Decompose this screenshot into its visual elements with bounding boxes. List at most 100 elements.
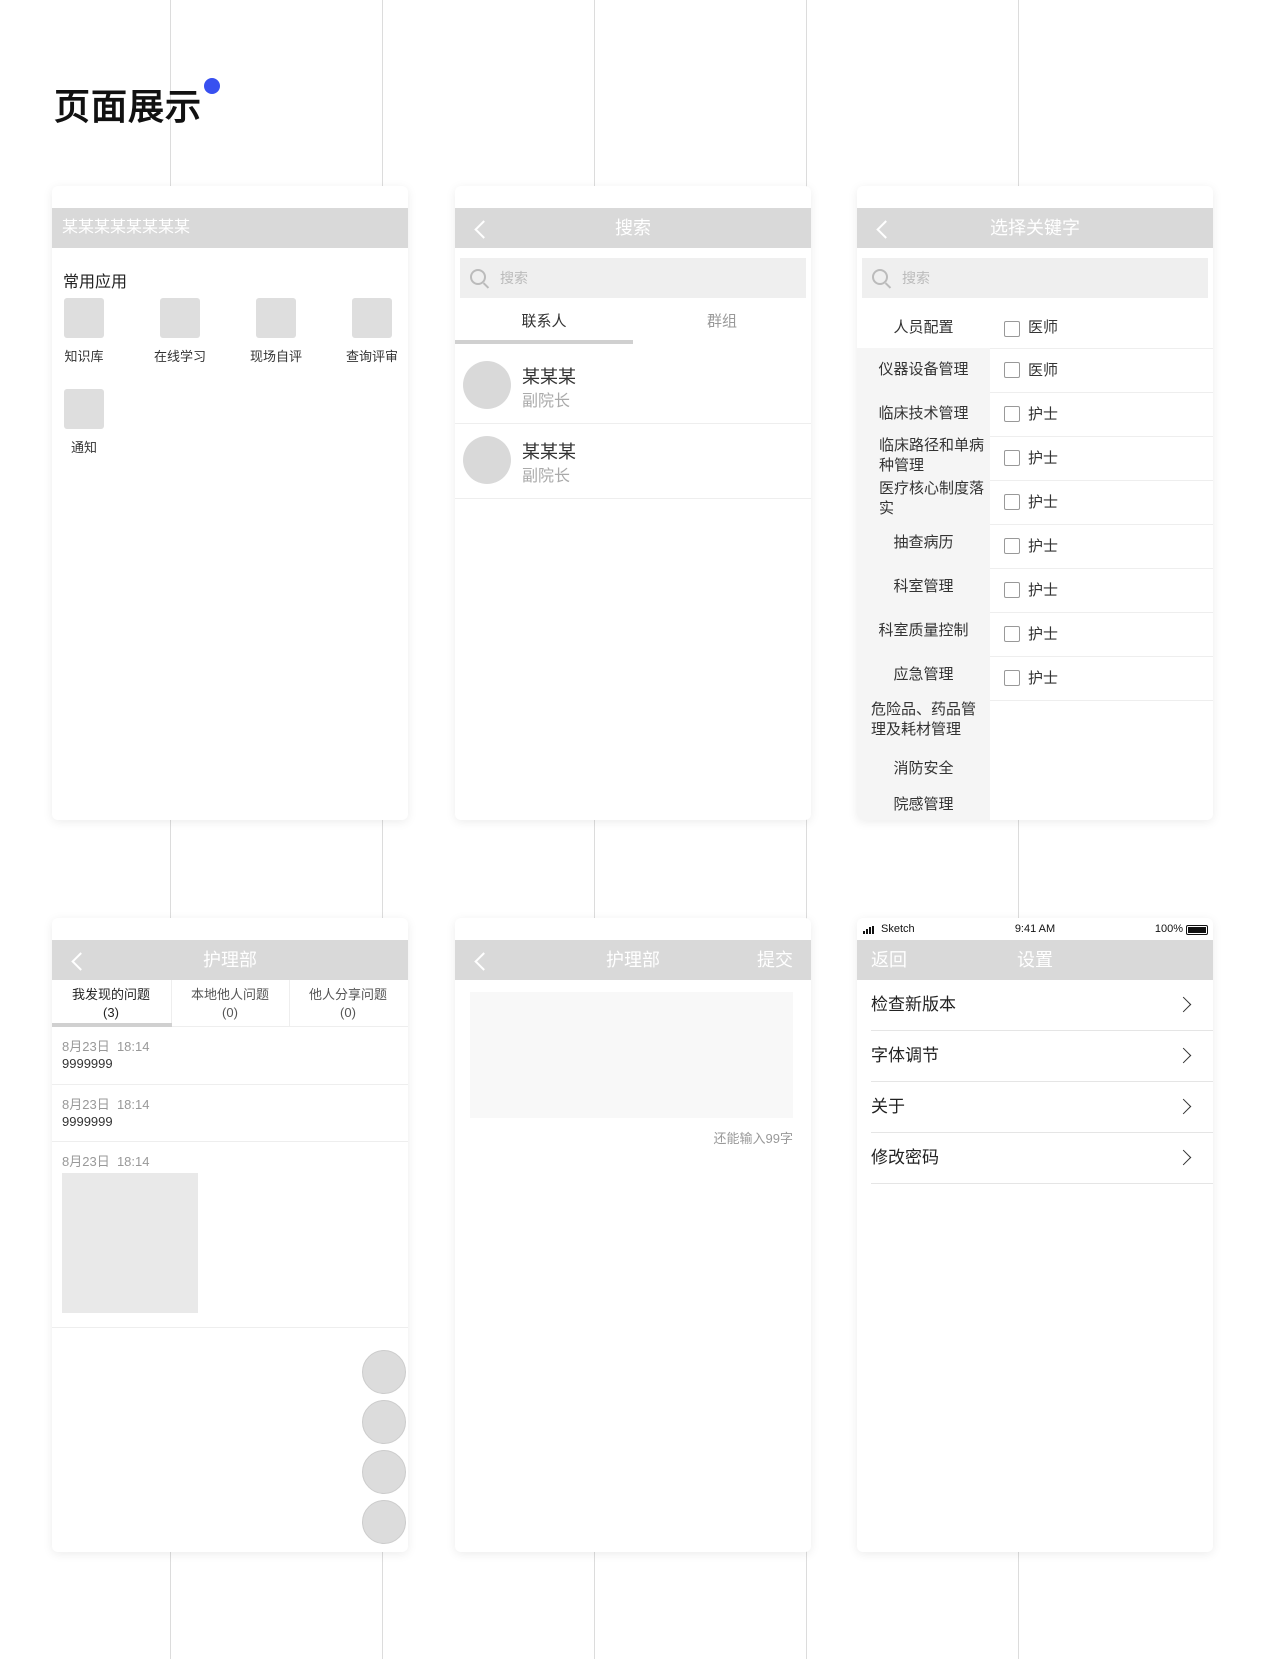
status-bar: Sketch 9:41 AM 100% (857, 918, 1213, 940)
tab-shared-issues[interactable]: 他人分享问题 (0) (289, 986, 407, 1022)
option-label: 护士 (1028, 538, 1059, 555)
search-placeholder: 搜索 (500, 270, 528, 286)
screen-settings: Sketch 9:41 AM 100% 返回 设置 检查新版本 字体调节 关于 … (857, 918, 1213, 1552)
issue-date: 8月23日 18:14 (62, 1039, 150, 1054)
issue-image[interactable] (62, 1173, 198, 1313)
option-row[interactable]: 护士 (990, 481, 1213, 525)
checkbox[interactable] (1004, 538, 1020, 554)
nav-title: 搜索 (615, 218, 651, 238)
floating-action-button[interactable] (362, 1350, 406, 1394)
contact-role: 副院长 (522, 468, 571, 485)
tab-indicator (455, 340, 633, 344)
issue-item[interactable]: 8月23日 18:14 9999999 (52, 1084, 408, 1142)
screen-nursing-submit: 护理部 提交 还能输入99字 (455, 918, 811, 1552)
contact-item[interactable]: 某某某 副院长 (455, 349, 811, 424)
category-item[interactable]: 危险品、药品管理及耗材管理 (857, 700, 990, 740)
option-row[interactable]: 护士 (990, 525, 1213, 569)
checkbox[interactable] (1004, 626, 1020, 642)
checkbox[interactable] (1004, 670, 1020, 686)
option-row[interactable]: 医师 (990, 308, 1213, 349)
nav-title: 护理部 (203, 950, 257, 970)
tab-groups[interactable]: 群组 (633, 304, 811, 340)
option-row[interactable]: 护士 (990, 393, 1213, 437)
issue-item[interactable]: 8月23日 18:14 (52, 1141, 408, 1328)
category-item[interactable]: 人员配置 (857, 308, 990, 348)
nav-title: 设置 (1017, 950, 1053, 970)
tab-bar: 联系人 群组 (455, 304, 811, 344)
contact-item[interactable]: 某某某 副院长 (455, 424, 811, 499)
app-icon (256, 298, 296, 338)
chevron-right-icon (1175, 996, 1192, 1013)
category-item[interactable]: 消防安全 (857, 759, 990, 779)
page-title: 页面展示 (54, 86, 203, 127)
category-item[interactable]: 院感管理 (857, 795, 990, 815)
tab-local-issues[interactable]: 本地他人问题 (0) (171, 986, 289, 1022)
app-icon (64, 298, 104, 338)
category-item[interactable]: 应急管理 (857, 665, 990, 685)
search-input[interactable]: 搜索 (862, 258, 1208, 298)
avatar (463, 436, 511, 484)
tab-contacts[interactable]: 联系人 (455, 304, 633, 340)
app-knowledge-base[interactable]: 知识库 (52, 298, 124, 365)
app-self-evaluation[interactable]: 现场自评 (236, 298, 316, 365)
option-label: 护士 (1028, 626, 1059, 643)
app-label: 通知 (70, 440, 97, 455)
content-textarea[interactable] (470, 992, 793, 1118)
checkbox[interactable] (1004, 321, 1020, 337)
setting-label: 修改密码 (871, 1148, 939, 1167)
option-row[interactable]: 护士 (990, 657, 1213, 701)
submit-button[interactable]: 提交 (757, 940, 793, 980)
option-row[interactable]: 护士 (990, 569, 1213, 613)
option-label: 医师 (1028, 362, 1059, 379)
option-label: 护士 (1028, 450, 1059, 467)
floating-action-button[interactable] (362, 1450, 406, 1494)
chevron-right-icon (1175, 1098, 1192, 1115)
search-icon (470, 269, 486, 285)
tab-bar: 我发现的问题 (3) 本地他人问题 (0) 他人分享问题 (0) (52, 980, 408, 1027)
floating-action-button[interactable] (362, 1400, 406, 1444)
category-item[interactable]: 医疗核心制度落实 (857, 479, 990, 519)
navbar: 某某某某某某某某 (52, 208, 408, 248)
category-item[interactable]: 科室管理 (857, 577, 990, 597)
navbar: 护理部 (52, 940, 408, 980)
section-label: 常用应用 (63, 274, 128, 291)
category-item[interactable]: 临床路径和单病种管理 (857, 436, 990, 476)
setting-check-version[interactable]: 检查新版本 (871, 980, 1213, 1031)
checkbox[interactable] (1004, 582, 1020, 598)
setting-change-password[interactable]: 修改密码 (871, 1133, 1213, 1184)
search-icon (872, 269, 888, 285)
setting-label: 检查新版本 (871, 995, 956, 1014)
category-item[interactable]: 抽查病历 (857, 533, 990, 553)
checkbox[interactable] (1004, 406, 1020, 422)
app-online-learning[interactable]: 在线学习 (140, 298, 220, 365)
issue-date: 8月23日 18:14 (62, 1097, 150, 1112)
issue-item[interactable]: 8月23日 18:14 9999999 (52, 1026, 408, 1085)
screen-home: 某某某某某某某某 常用应用 知识库 在线学习 现场自评 查询评审 通知 (52, 186, 408, 820)
option-row[interactable]: 护士 (990, 437, 1213, 481)
issue-date: 8月23日 18:14 (62, 1154, 150, 1169)
option-row[interactable]: 护士 (990, 613, 1213, 657)
tab-count: (0) (222, 1005, 238, 1020)
search-placeholder: 搜索 (902, 270, 930, 286)
search-input[interactable]: 搜索 (460, 258, 806, 298)
category-item[interactable]: 仪器设备管理 (857, 360, 990, 380)
app-icon (160, 298, 200, 338)
category-item[interactable]: 临床技术管理 (857, 404, 990, 424)
setting-font-size[interactable]: 字体调节 (871, 1031, 1213, 1082)
avatar (463, 361, 511, 409)
tab-my-issues[interactable]: 我发现的问题 (3) (52, 986, 170, 1022)
option-row[interactable]: 医师 (990, 349, 1213, 393)
checkbox[interactable] (1004, 494, 1020, 510)
app-query-review[interactable]: 查询评审 (332, 298, 408, 365)
setting-about[interactable]: 关于 (871, 1082, 1213, 1133)
contact-name: 某某某 (522, 442, 576, 462)
floating-action-button[interactable] (362, 1500, 406, 1544)
option-label: 护士 (1028, 494, 1059, 511)
app-notification[interactable]: 通知 (52, 389, 124, 456)
tab-count: (3) (103, 1005, 119, 1020)
checkbox[interactable] (1004, 450, 1020, 466)
checkbox[interactable] (1004, 362, 1020, 378)
app-icon (352, 298, 392, 338)
option-label: 医师 (1028, 319, 1059, 336)
category-item[interactable]: 科室质量控制 (857, 621, 990, 641)
